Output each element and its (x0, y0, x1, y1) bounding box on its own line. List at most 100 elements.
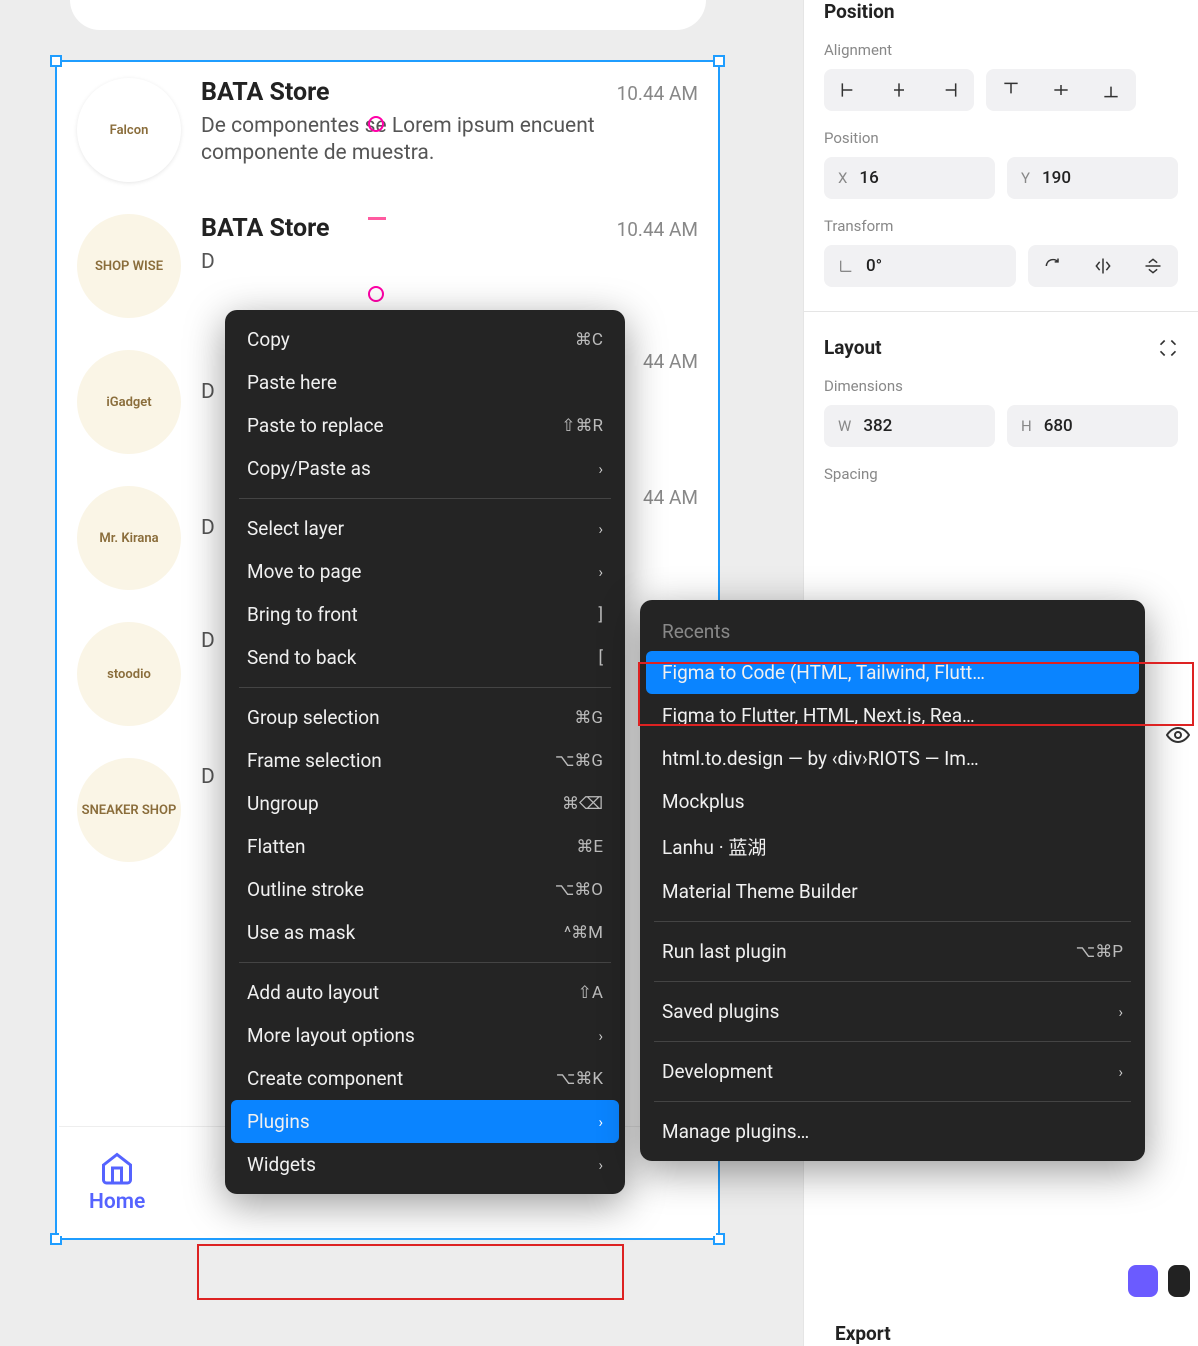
menu-item-copy[interactable]: Copy⌘C (225, 318, 625, 361)
plugin-material-theme[interactable]: Material Theme Builder (640, 870, 1145, 913)
menu-item-bring-to-front[interactable]: Bring to front] (225, 593, 625, 636)
menu-item-more-layout[interactable]: More layout options› (225, 1014, 625, 1057)
nav-home[interactable]: Home (89, 1150, 145, 1214)
align-right-button[interactable] (924, 69, 974, 111)
chat-title: BATA Store (201, 214, 330, 243)
w-value: 382 (863, 416, 892, 436)
menu-item-outline-stroke[interactable]: Outline stroke⌥⌘O (225, 868, 625, 911)
shortcut: ⇧⌘R (561, 416, 603, 436)
spacing-indicator-icon (368, 116, 384, 132)
align-left-button[interactable] (824, 69, 874, 111)
chat-item[interactable]: Falcon BATA Store 10.44 AM De componente… (57, 62, 718, 198)
rotate-button[interactable] (1028, 245, 1078, 287)
plugin-figma-to-flutter[interactable]: Figma to Flutter, HTML, Next.js, Rea… (640, 694, 1145, 737)
menu-item-paste-here[interactable]: Paste here (225, 361, 625, 404)
height-field[interactable]: H 680 (1007, 405, 1178, 447)
menu-item-use-as-mask[interactable]: Use as mask^⌘M (225, 911, 625, 954)
visibility-icon[interactable] (1166, 723, 1190, 747)
chat-body: BATA Store 10.44 AM D (201, 214, 698, 276)
menu-item-frame-selection[interactable]: Frame selection⌥⌘G (225, 739, 625, 782)
chevron-right-icon: › (598, 563, 603, 581)
selection-handle[interactable] (50, 55, 62, 67)
chat-time: 44 AM (643, 486, 698, 509)
align-vertical-group (986, 69, 1136, 111)
export-heading: Export (835, 1322, 891, 1345)
shortcut: ^⌘M (564, 923, 603, 943)
chat-message: De componentes se Lorem ipsum encuent co… (201, 113, 698, 168)
chat-time: 44 AM (643, 350, 698, 373)
align-horizontal-group (824, 69, 974, 111)
menu-item-send-to-back[interactable]: Send to back[ (225, 636, 625, 679)
menu-separator (239, 687, 611, 688)
spacing-indicator-icon (368, 286, 384, 302)
align-top-button[interactable] (986, 69, 1036, 111)
avatar: SNEAKER SHOP (77, 758, 181, 862)
menu-separator (239, 498, 611, 499)
chevron-right-icon: › (598, 1027, 603, 1045)
plugin-html-to-design[interactable]: html.to.design — by ‹div›RIOTS — Im… (640, 737, 1145, 780)
chat-time: 10.44 AM (617, 218, 698, 241)
menu-item-create-component[interactable]: Create component⌥⌘K (225, 1057, 625, 1100)
position-label: Position (824, 129, 1178, 147)
dev-mode-button[interactable] (1128, 1265, 1158, 1297)
y-value: 190 (1042, 168, 1071, 188)
align-center-button[interactable] (874, 69, 924, 111)
menu-item-development[interactable]: Development› (640, 1050, 1145, 1093)
chevron-right-icon: › (598, 1113, 603, 1131)
shortcut: ⌘⌫ (562, 794, 603, 814)
plugin-lanhu[interactable]: Lanhu · 蓝湖 (640, 823, 1145, 870)
menu-item-plugins[interactable]: Plugins› (231, 1100, 619, 1143)
home-icon (99, 1150, 135, 1186)
shortcut: ⌥⌘O (555, 880, 603, 900)
menu-item-copy-paste-as[interactable]: Copy/Paste as› (225, 447, 625, 490)
rotation-value: 0° (866, 256, 882, 276)
context-menu: Copy⌘C Paste here Paste to replace⇧⌘R Co… (225, 310, 625, 1194)
menu-item-manage-plugins[interactable]: Manage plugins… (640, 1110, 1145, 1153)
shortcut: ⌥⌘G (555, 751, 603, 771)
inspect-button[interactable] (1168, 1265, 1190, 1297)
menu-item-move-to-page[interactable]: Move to page› (225, 550, 625, 593)
menu-item-auto-layout[interactable]: Add auto layout⇧A (225, 971, 625, 1014)
menu-item-widgets[interactable]: Widgets› (225, 1143, 625, 1186)
menu-item-group[interactable]: Group selection⌘G (225, 696, 625, 739)
shortcut: ⇧A (578, 983, 603, 1003)
chevron-right-icon: › (1118, 1003, 1123, 1021)
plugin-figma-to-code[interactable]: Figma to Code (HTML, Tailwind, Flutt… (646, 651, 1139, 694)
flip-horizontal-button[interactable] (1078, 245, 1128, 287)
rotation-field[interactable]: 0° (824, 245, 1016, 287)
y-field[interactable]: Y 190 (1007, 157, 1178, 199)
menu-separator (239, 962, 611, 963)
chevron-right-icon: › (598, 520, 603, 538)
menu-item-saved-plugins[interactable]: Saved plugins› (640, 990, 1145, 1033)
menu-item-select-layer[interactable]: Select layer› (225, 507, 625, 550)
chat-message: D (201, 249, 698, 276)
align-middle-button[interactable] (1036, 69, 1086, 111)
avatar: Falcon (77, 78, 181, 182)
flip-vertical-button[interactable] (1128, 245, 1178, 287)
avatar: iGadget (77, 350, 181, 454)
x-field[interactable]: X 16 (824, 157, 995, 199)
chevron-right-icon: › (598, 460, 603, 478)
dimensions-label: Dimensions (824, 377, 1178, 395)
search-bar-fragment (70, 0, 706, 30)
chat-body: BATA Store 10.44 AM De componentes se Lo… (201, 78, 698, 168)
h-value: 680 (1044, 416, 1073, 436)
selection-handle[interactable] (713, 55, 725, 67)
menu-item-flatten[interactable]: Flatten⌘E (225, 825, 625, 868)
collapse-icon[interactable] (1158, 338, 1178, 358)
chat-title: BATA Store (201, 78, 330, 107)
chevron-right-icon: › (1118, 1063, 1123, 1081)
shortcut: ⌘C (575, 330, 603, 350)
menu-item-paste-replace[interactable]: Paste to replace⇧⌘R (225, 404, 625, 447)
nav-home-label: Home (89, 1190, 145, 1214)
align-bottom-button[interactable] (1086, 69, 1136, 111)
plugin-mockplus[interactable]: Mockplus (640, 780, 1145, 823)
menu-separator (654, 981, 1131, 982)
layout-heading: Layout (824, 336, 882, 359)
dev-mode-buttons (1128, 1265, 1190, 1297)
menu-item-ungroup[interactable]: Ungroup⌘⌫ (225, 782, 625, 825)
width-field[interactable]: W 382 (824, 405, 995, 447)
shortcut: ⌥⌘P (1076, 942, 1123, 962)
menu-item-run-last[interactable]: Run last plugin⌥⌘P (640, 930, 1145, 973)
alignment-label: Alignment (824, 41, 1178, 59)
